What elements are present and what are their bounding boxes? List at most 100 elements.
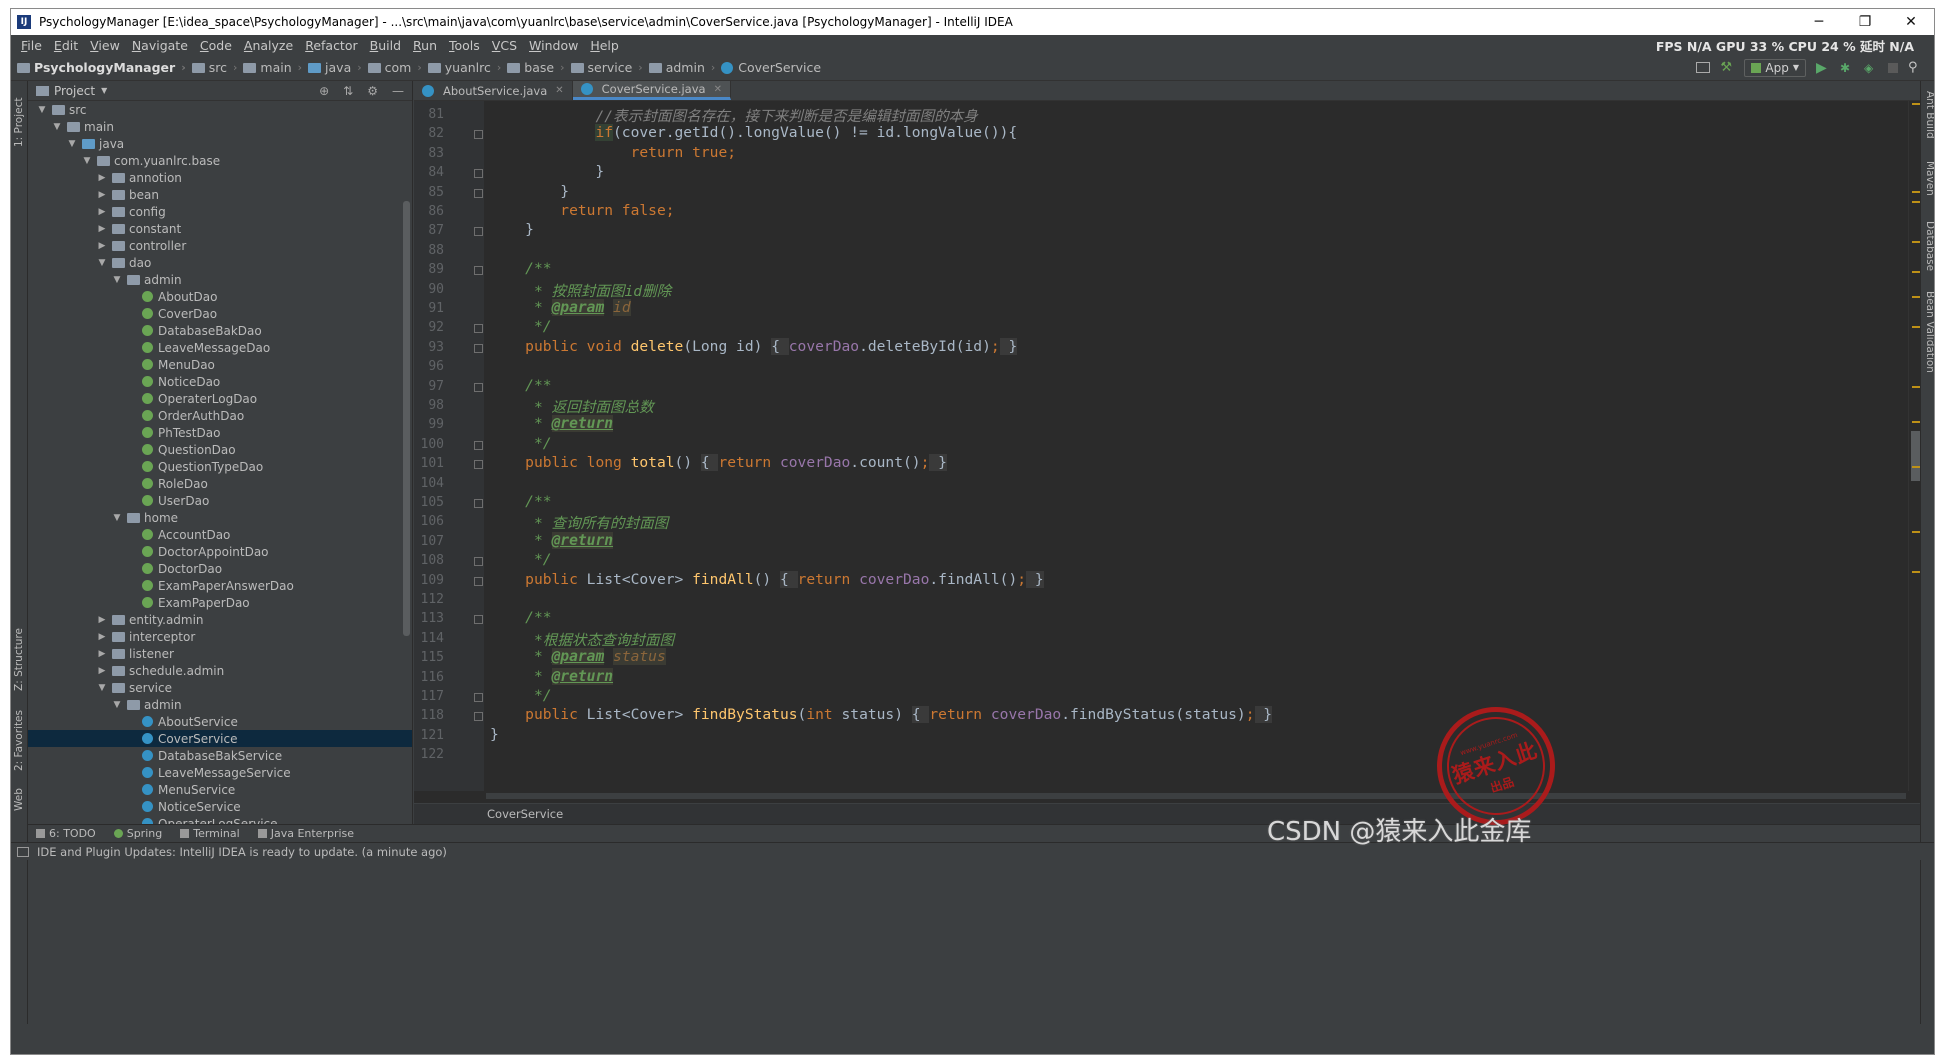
tree-item-service[interactable]: ▼ service: [28, 679, 412, 696]
tool-todo[interactable]: 6: TODO: [36, 827, 96, 840]
menu-analyze[interactable]: Analyze: [238, 38, 299, 53]
fold-marker-icon[interactable]: [474, 343, 483, 353]
code-line[interactable]: //表示封面图名存在，接下来判断是否是编辑封面图的本身: [490, 105, 977, 126]
code-line[interactable]: return true;: [490, 144, 736, 161]
breadcrumb-project[interactable]: PsychologyManager ›: [17, 60, 192, 75]
tool-java-enterprise[interactable]: Java Enterprise: [257, 827, 354, 840]
fold-marker-icon[interactable]: [474, 460, 483, 470]
collapsed-arrow-icon[interactable]: ▶: [97, 666, 107, 676]
breadcrumb-admin[interactable]: admin ›: [648, 60, 722, 75]
code-line[interactable]: * @return: [490, 531, 614, 549]
tree-item-com-yuanlrc-base[interactable]: ▼ com.yuanlrc.base: [28, 152, 412, 169]
tree-item-constant[interactable]: ▶ constant: [28, 220, 412, 237]
menu-edit[interactable]: Edit: [48, 38, 84, 53]
tree-item-annotion[interactable]: ▶ annotion: [28, 169, 412, 186]
tree-item-menuservice[interactable]: MenuService: [28, 781, 412, 798]
code-line[interactable]: */: [490, 687, 552, 704]
code-line[interactable]: /**: [490, 609, 551, 626]
code-line[interactable]: /**: [490, 260, 551, 277]
close-icon[interactable]: ✕: [714, 84, 722, 95]
tool-tab-ant-build[interactable]: Ant Build: [1923, 91, 1934, 151]
coverage-icon[interactable]: ◈: [1864, 61, 1878, 75]
menu-run[interactable]: Run: [407, 38, 443, 53]
code-line[interactable]: }: [490, 163, 604, 180]
expanded-arrow-icon[interactable]: ▼: [52, 122, 62, 132]
menu-file[interactable]: File: [15, 38, 48, 53]
breadcrumb-yuanlrc[interactable]: yuanlrc ›: [427, 60, 508, 75]
collapsed-arrow-icon[interactable]: ▶: [97, 649, 107, 659]
warning-marker[interactable]: [1912, 241, 1920, 243]
menu-refactor[interactable]: Refactor: [299, 38, 363, 53]
tree-item-orderauthdao[interactable]: OrderAuthDao: [28, 407, 412, 424]
code-line[interactable]: public List<Cover> findAll() { return co…: [490, 570, 1044, 588]
code-line[interactable]: }: [490, 726, 499, 743]
tree-item-menudao[interactable]: MenuDao: [28, 356, 412, 373]
project-panel-title[interactable]: Project: [54, 84, 95, 98]
code-line[interactable]: * @return: [490, 667, 614, 685]
tree-item-operaterlogservice[interactable]: OperaterLogService: [28, 815, 412, 824]
tree-item-admin[interactable]: ▼ admin: [28, 696, 412, 713]
collapsed-arrow-icon[interactable]: ▶: [97, 190, 107, 200]
code-line[interactable]: */: [490, 551, 552, 568]
fold-marker-icon[interactable]: [474, 169, 483, 179]
fold-marker-icon[interactable]: [474, 712, 483, 722]
collapsed-arrow-icon[interactable]: ▶: [97, 615, 107, 625]
tree-item-home[interactable]: ▼ home: [28, 509, 412, 526]
build-hammer-icon[interactable]: ⚒: [1720, 60, 1734, 75]
menu-build[interactable]: Build: [364, 38, 407, 53]
fold-marker-icon[interactable]: [474, 693, 483, 702]
tree-item-coverdao[interactable]: CoverDao: [28, 305, 412, 322]
tool-tab-bean-validation[interactable]: Bean Validation: [1923, 291, 1934, 381]
warning-marker[interactable]: [1912, 571, 1920, 573]
warning-marker[interactable]: [1912, 191, 1920, 193]
tool-tab-web[interactable]: Web: [13, 781, 26, 811]
fold-marker-icon[interactable]: [474, 576, 483, 586]
fold-marker-icon[interactable]: [474, 557, 483, 567]
tree-item-interceptor[interactable]: ▶ interceptor: [28, 628, 412, 645]
fold-marker-icon[interactable]: [474, 499, 483, 508]
tree-item-userdao[interactable]: UserDao: [28, 492, 412, 509]
expanded-arrow-icon[interactable]: ▼: [112, 275, 122, 285]
breadcrumb-base[interactable]: base ›: [507, 60, 570, 75]
tree-item-controller[interactable]: ▶ controller: [28, 237, 412, 254]
tree-item-listener[interactable]: ▶ listener: [28, 645, 412, 662]
menu-vcs[interactable]: VCS: [486, 38, 523, 53]
tree-item-dao[interactable]: ▼ dao: [28, 254, 412, 271]
warning-marker[interactable]: [1912, 103, 1920, 105]
tree-item-java[interactable]: ▼ java: [28, 135, 412, 152]
collapsed-arrow-icon[interactable]: ▶: [97, 224, 107, 234]
run-configuration-select[interactable]: App ▼: [1744, 58, 1806, 77]
code-line[interactable]: /**: [490, 493, 551, 510]
tab-aboutservice[interactable]: AboutService.java ✕: [414, 81, 573, 100]
fold-marker-icon[interactable]: [474, 130, 483, 140]
breadcrumb-java[interactable]: java ›: [308, 60, 368, 75]
tree-item-admin[interactable]: ▼ admin: [28, 271, 412, 288]
tree-item-src[interactable]: ▼ src: [28, 101, 412, 118]
minimize-button[interactable]: ─: [1796, 14, 1842, 30]
warning-marker[interactable]: [1912, 531, 1920, 533]
warning-marker[interactable]: [1912, 296, 1920, 298]
tree-item-noticedao[interactable]: NoticeDao: [28, 373, 412, 390]
expanded-arrow-icon[interactable]: ▼: [112, 700, 122, 710]
warning-marker[interactable]: [1912, 466, 1920, 468]
fold-marker-icon[interactable]: [474, 188, 483, 198]
tree-item-coverservice[interactable]: CoverService: [28, 730, 412, 747]
code-line[interactable]: if(cover.getId().longValue() != id.longV…: [490, 124, 1017, 142]
menu-code[interactable]: Code: [194, 38, 238, 53]
tool-terminal[interactable]: Terminal: [180, 827, 240, 840]
fold-marker-icon[interactable]: [474, 440, 483, 450]
tree-item-questiondao[interactable]: QuestionDao: [28, 441, 412, 458]
code-line[interactable]: * @param id: [490, 299, 631, 316]
tree-item-exampaperdao[interactable]: ExamPaperDao: [28, 594, 412, 611]
tree-item-databasebakdao[interactable]: DatabaseBakDao: [28, 322, 412, 339]
expanded-arrow-icon[interactable]: ▼: [67, 139, 77, 149]
collapsed-arrow-icon[interactable]: ▶: [97, 632, 107, 642]
chevron-down-icon[interactable]: ▼: [101, 86, 107, 95]
fold-marker-icon[interactable]: [474, 382, 483, 392]
expanded-arrow-icon[interactable]: ▼: [37, 105, 47, 115]
tree-item-entity-admin[interactable]: ▶ entity.admin: [28, 611, 412, 628]
expanded-arrow-icon[interactable]: ▼: [97, 258, 107, 268]
stop-icon[interactable]: [1888, 62, 1898, 73]
menu-tools[interactable]: Tools: [443, 38, 486, 53]
restore-button[interactable]: ❐: [1842, 14, 1888, 30]
